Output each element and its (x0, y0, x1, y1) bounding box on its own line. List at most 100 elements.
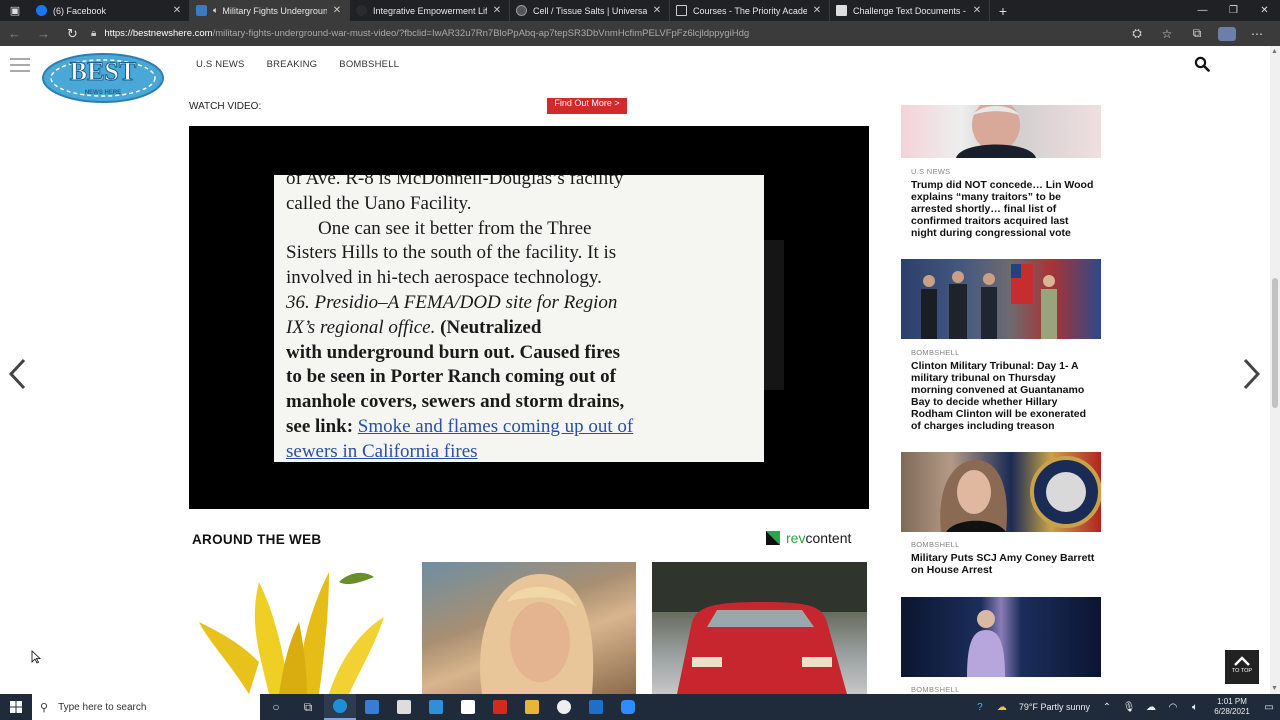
store-icon[interactable] (388, 694, 420, 720)
article-image[interactable] (901, 597, 1101, 677)
sponsored-thumbnail[interactable] (189, 562, 404, 694)
next-arrow-icon[interactable] (1241, 356, 1263, 392)
close-tab-icon[interactable]: ✕ (651, 5, 663, 16)
article-category[interactable]: BOMBSHELL (911, 685, 960, 694)
article-headline[interactable]: Clinton Military Tribunal: Day 1- A mili… (911, 360, 1096, 432)
lock-icon[interactable]: 🔒︎ (91, 28, 96, 39)
revcontent-logo[interactable]: rev content (766, 530, 851, 546)
volume-icon[interactable]: 🔈︎ (1184, 702, 1206, 713)
tab-facebook[interactable]: (6) Facebook ✕ (30, 0, 190, 21)
new-tab-button[interactable]: + (990, 0, 1016, 21)
nav-us-news[interactable]: U.S NEWS (196, 59, 245, 70)
weather-text[interactable]: 79°F Partly sunny (1019, 702, 1090, 712)
doc-line: to be seen in Porter Ranch coming out of (286, 366, 617, 388)
article-category[interactable]: U.S NEWS (911, 167, 951, 176)
article-image[interactable] (901, 105, 1101, 158)
man-portrait-image (956, 105, 1036, 158)
close-tab-icon[interactable]: ✕ (331, 5, 343, 16)
microphone-icon[interactable]: 🎙︎ (1118, 702, 1140, 713)
previous-arrow-icon[interactable] (6, 356, 28, 392)
zoom-icon[interactable] (612, 694, 644, 720)
clock-time: 1:01 PM (1217, 697, 1247, 706)
more-menu-icon[interactable]: ⋯ (1242, 27, 1272, 41)
page-favicon-icon (356, 5, 367, 16)
amazon-icon[interactable] (452, 694, 484, 720)
close-tab-icon[interactable]: ✕ (171, 5, 183, 16)
menu-icon[interactable] (10, 58, 30, 76)
video-player[interactable]: of Ave. R-8 is McDonnell-Douglas’s facil… (189, 126, 869, 509)
nav-bombshell[interactable]: BOMBSHELL (339, 59, 399, 70)
system-tray: ? ☁ 79°F Partly sunny ⌃ 🎙︎ ☁ ◠ 🔈︎ 1:01 P… (969, 694, 1280, 720)
doc-line: Sisters Hills to the south of the facili… (286, 242, 617, 264)
close-tab-icon[interactable]: ✕ (971, 5, 983, 16)
mail-icon[interactable] (420, 694, 452, 720)
scroll-down-icon[interactable]: ▼ (1271, 685, 1278, 692)
globe-favicon-icon (516, 5, 527, 16)
article-headline[interactable]: Military Puts SCJ Amy Coney Barrett on H… (911, 552, 1096, 576)
to-top-button[interactable]: TO TOP (1225, 650, 1259, 684)
onedrive-icon[interactable]: ☁ (1140, 702, 1162, 713)
favorites-icon[interactable]: ☆ (1152, 27, 1182, 41)
sponsored-thumbnail[interactable] (422, 562, 636, 694)
taskbar-clock[interactable]: 1:01 PM 6/28/2021 (1206, 697, 1258, 717)
url-input[interactable]: 🔒︎ https://bestnewshere.com/military-fig… (87, 23, 1122, 44)
chevron-up-icon[interactable]: ⌃ (1096, 702, 1118, 713)
page-scrollbar[interactable]: ▲ ▼ (1270, 46, 1280, 694)
tab-challenge-text[interactable]: Challenge Text Documents - in I ✕ (830, 0, 990, 21)
article-headline[interactable]: Trump did NOT concede… Lin Wood explains… (911, 179, 1096, 239)
collections-icon[interactable]: ⧉ (1182, 26, 1212, 41)
nav-breaking[interactable]: BREAKING (267, 59, 318, 70)
tab-integrative-empowerment[interactable]: Integrative Empowerment Life C ✕ (350, 0, 510, 21)
mouse-cursor-icon (31, 650, 41, 664)
minimize-icon[interactable]: — (1187, 0, 1218, 21)
buddhas-hand-fruit-image (199, 572, 384, 694)
sponsored-thumbnail[interactable] (652, 562, 867, 694)
article-category[interactable]: BOMBSHELL (911, 540, 960, 549)
close-window-icon[interactable]: ✕ (1249, 0, 1280, 21)
outlook-icon[interactable] (580, 694, 612, 720)
wordpress-icon[interactable] (548, 694, 580, 720)
search-icon[interactable] (1194, 56, 1210, 72)
tab-actions-icon[interactable]: ▣ (0, 0, 30, 21)
onenote-icon[interactable] (356, 694, 388, 720)
article-image[interactable] (901, 452, 1101, 532)
best-news-logo[interactable]: BEST NEWS HERE (40, 48, 166, 104)
forward-icon[interactable]: → (29, 26, 58, 41)
restore-icon[interactable]: ❐ (1218, 0, 1249, 21)
weather-icon[interactable]: ☁ (991, 702, 1013, 713)
profile-avatar[interactable] (1218, 26, 1236, 41)
tab-courses[interactable]: Courses - The Priority Academy ✕ (670, 0, 830, 21)
back-icon[interactable]: ← (0, 26, 29, 41)
close-tab-icon[interactable]: ✕ (811, 5, 823, 16)
scroll-up-icon[interactable]: ▲ (1271, 48, 1278, 55)
doc-line: involved in hi-tech aerospace technology… (286, 267, 602, 289)
article-category[interactable]: BOMBSHELL (911, 348, 960, 357)
task-view-icon[interactable]: ⧉ (292, 694, 324, 720)
acrobat-icon[interactable] (484, 694, 516, 720)
taskbar-search-input[interactable]: ⚲ Type here to search (32, 694, 260, 720)
tab-military-fights[interactable]: 🔈︎ Military Fights Undergroun ✕ (190, 0, 350, 21)
start-button[interactable] (0, 694, 32, 720)
doc-line: called the Uano Facility. (286, 192, 472, 214)
doc-line: sewers in California fires (286, 440, 478, 462)
reload-icon[interactable]: ↻ (58, 26, 87, 42)
officials-group-image (921, 264, 1057, 339)
url-path: /military-fights-underground-war-must-vi… (212, 28, 750, 39)
find-out-more-button[interactable]: Find Out More > (547, 98, 627, 114)
help-icon[interactable]: ? (969, 702, 991, 713)
article-image[interactable] (901, 259, 1101, 339)
edge-browser-icon[interactable] (324, 694, 356, 720)
browser-tab-bar: ▣ (6) Facebook ✕ 🔈︎ Military Fights Unde… (0, 0, 1280, 21)
clock-date: 6/28/2021 (1214, 707, 1250, 716)
tab-cell-tissue-salts[interactable]: Cell / Tissue Salts | Universal Tru ✕ (510, 0, 670, 21)
close-tab-icon[interactable]: ✕ (491, 5, 503, 16)
cortana-icon[interactable]: ○ (260, 694, 292, 720)
browser-toolbar-icons: ⛭ ☆ ⧉ ⋯ (1122, 26, 1280, 41)
notifications-icon[interactable]: ▭ (1258, 702, 1280, 713)
address-bar: ← → ↻ 🔒︎ https://bestnewshere.com/milita… (0, 21, 1280, 46)
wifi-icon[interactable]: ◠ (1162, 702, 1184, 713)
scrollbar-thumb[interactable] (1272, 278, 1278, 408)
file-explorer-icon[interactable] (516, 694, 548, 720)
tracking-prevention-icon[interactable]: ⛭ (1122, 26, 1152, 41)
audio-playing-icon[interactable]: 🔈︎ (213, 5, 218, 16)
